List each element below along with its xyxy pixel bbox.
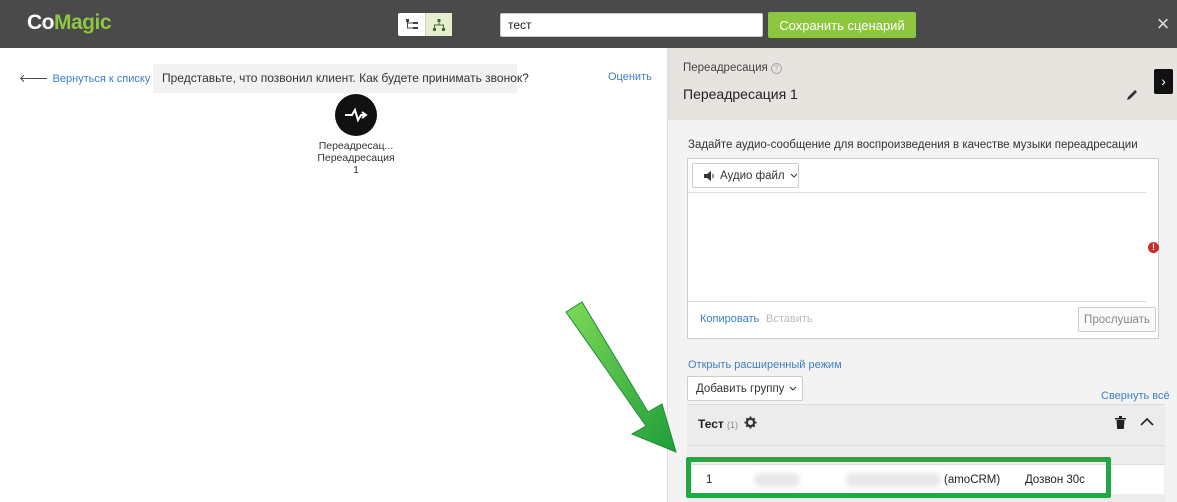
add-group-dropdown[interactable]: Добавить группу: [687, 376, 803, 401]
group-count: (1): [727, 420, 738, 430]
node-label-line: Переадресация: [317, 152, 395, 164]
graph-view-button[interactable]: [425, 13, 452, 36]
paste-link[interactable]: Вставить: [766, 313, 813, 325]
listen-button[interactable]: Прослушать: [1078, 307, 1156, 332]
rate-link[interactable]: Оценить: [608, 71, 652, 83]
divider: [687, 445, 1165, 446]
top-bar: CoMagic Сохранить сценарий ×: [0, 0, 1177, 48]
hint-banner: Представьте, что позвонил клиент. Как бу…: [153, 64, 529, 93]
tree-list-icon: [405, 18, 418, 29]
chevron-up-icon[interactable]: [1140, 417, 1154, 426]
properties-panel: Переадресация? Переадресация 1 › Задайте…: [667, 48, 1177, 502]
audio-message-label: Задайте аудио-сообщение для воспроизведе…: [688, 139, 1138, 151]
audio-file-dropdown[interactable]: Аудио файл: [692, 163, 799, 188]
logo: CoMagic: [27, 11, 112, 34]
audio-file-label: Аудио файл: [720, 169, 785, 182]
message-textarea[interactable]: [688, 192, 1146, 302]
node-type-label: Переадресация?: [683, 62, 782, 74]
close-icon[interactable]: ×: [1152, 12, 1174, 36]
audio-editor: Аудио файл Копировать Вставить Прослушат…: [687, 158, 1159, 339]
call-forward-icon: [345, 107, 368, 123]
collapse-all-link[interactable]: Свернуть всё: [1101, 390, 1170, 402]
group-name: Тест: [698, 417, 724, 431]
panel-header: Переадресация? Переадресация 1 ›: [668, 48, 1177, 120]
arrow-left-icon: 🡐: [19, 73, 49, 85]
copy-link[interactable]: Копировать: [700, 313, 759, 325]
tree-view-button[interactable]: [398, 13, 425, 36]
add-group-label: Добавить группу: [696, 382, 785, 395]
pencil-icon[interactable]: [1125, 88, 1139, 102]
chevron-down-icon: [790, 386, 797, 391]
advanced-mode-link[interactable]: Открыть расширенный режим: [688, 359, 842, 371]
node-label: Переадресац... Переадресация 1: [306, 140, 406, 176]
node-title: Переадресация 1: [683, 86, 798, 102]
scenario-name-input[interactable]: [500, 13, 763, 37]
error-icon: !: [1148, 242, 1159, 253]
save-scenario-button[interactable]: Сохранить сценарий: [768, 12, 916, 38]
trash-icon[interactable]: [1115, 416, 1126, 429]
gear-icon[interactable]: [744, 416, 757, 429]
speaker-icon: [704, 170, 714, 181]
help-icon[interactable]: ?: [770, 63, 782, 74]
view-toggle: [398, 13, 452, 36]
hierarchy-icon: [433, 18, 445, 31]
node-label-line: Переадресац...: [318, 140, 394, 152]
collapse-panel-button[interactable]: ›: [1154, 69, 1173, 94]
node-label-line: 1: [353, 164, 359, 176]
chevron-down-icon: [790, 173, 797, 178]
redirect-node[interactable]: [335, 94, 377, 136]
annotation-highlight-box: [686, 457, 1111, 498]
